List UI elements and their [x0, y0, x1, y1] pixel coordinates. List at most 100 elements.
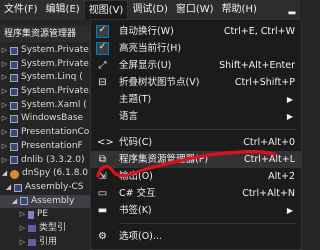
- menu-item-label: 代码(C): [119, 137, 153, 148]
- menu-item-theme[interactable]: 主题(T) ▶: [91, 91, 301, 108]
- tree-row-label: PE: [37, 209, 49, 220]
- menu-item-code[interactable]: <> 代码(C) Ctrl+Alt+0: [91, 134, 301, 151]
- menu-separator: [119, 223, 297, 224]
- output-icon: ⇲: [98, 171, 107, 182]
- gear-icon: ⚙: [98, 231, 107, 242]
- tree-row-label: System.Private.: [21, 45, 92, 55]
- menu-item-fullscreen[interactable]: ⤢ 全屏显示(U) Shift+Alt+Enter: [91, 57, 301, 74]
- tree-row[interactable]: ▷ System.Xaml (: [0, 99, 94, 113]
- csharp-icon: ▭: [97, 188, 108, 199]
- tree-row-label: Assembly-CS: [25, 181, 84, 192]
- assembly-icon: [10, 46, 18, 55]
- assembly-icon: [20, 197, 28, 206]
- tree-row[interactable]: ▷ 引用: [0, 236, 94, 250]
- view-menu-dropdown: ✓ 自动换行(W) Ctrl+E, Ctrl+W ✓ 高亮当前行(H) ⤢ 全屏…: [90, 19, 302, 250]
- expand-icon[interactable]: ▷: [0, 154, 9, 168]
- tree-row-label: System.Linq (: [21, 72, 83, 83]
- tree-row[interactable]: ▷ WindowsBase: [0, 112, 94, 126]
- menu-item-collapse-tree[interactable]: ⊟ 折叠树状图节点(V) Ctrl+Shift+P: [91, 74, 301, 91]
- menu-item-label: 主题(T): [119, 94, 152, 105]
- menu-item-language[interactable]: 语言 ▶: [91, 108, 301, 125]
- menu-item-shortcut: Ctrl+Shift+P: [234, 77, 295, 88]
- code-icon: <>: [97, 137, 114, 148]
- menu-debug[interactable]: 调试(D): [128, 0, 172, 20]
- tree-row-label: PresentationF: [21, 140, 83, 151]
- minimize-icon[interactable]: ▂: [284, 0, 300, 20]
- menu-item-shortcut: Ctrl+Alt+N: [242, 188, 295, 199]
- expand-icon[interactable]: ▷: [0, 58, 9, 72]
- expand-icon[interactable]: ▷: [0, 44, 9, 58]
- window-controls: ▂: [284, 0, 300, 20]
- menu-item-label: 高亮当前行(H): [119, 43, 182, 54]
- menu-item-bookmarks[interactable]: ▬ 书签(K) ▶: [91, 202, 301, 219]
- tree-row[interactable]: ◢ Assembly: [0, 194, 94, 209]
- expand-icon[interactable]: ▷: [0, 112, 9, 126]
- menu-help[interactable]: 帮助(H): [218, 0, 261, 20]
- tree-row-label: System.Xaml (: [21, 99, 87, 110]
- tree-row-label: 引用: [39, 236, 58, 247]
- assembly-explorer-title: 程序集资源管理器: [0, 26, 94, 42]
- menu-item-shortcut: Ctrl+Alt+0: [243, 137, 295, 148]
- check-icon: ✓: [96, 25, 109, 38]
- collapse-icon[interactable]: ◢: [10, 195, 19, 209]
- menu-item-word-wrap[interactable]: ✓ 自动换行(W) Ctrl+E, Ctrl+W: [91, 23, 301, 40]
- menu-item-label: 输出(O): [119, 171, 153, 182]
- menu-item-csharp-interactive[interactable]: ▭ C# 交互 Ctrl+Alt+N: [91, 185, 301, 202]
- expand-icon[interactable]: ▷: [0, 71, 9, 85]
- check-icon: ✓: [96, 42, 109, 55]
- expand-icon[interactable]: ▷: [0, 99, 9, 113]
- assembly-icon: [10, 74, 18, 83]
- menu-edit[interactable]: 编辑(E): [42, 0, 84, 20]
- expand-icon[interactable]: ▷: [18, 236, 27, 250]
- assembly-icon: [10, 142, 18, 151]
- menu-item-assembly-explorer[interactable]: ⧉ 程序集资源管理器(P) Ctrl+Alt+L: [91, 151, 301, 168]
- tree-row[interactable]: ◢ Assembly-CS: [0, 181, 94, 195]
- menu-item-options[interactable]: ⚙ 选项(O)...: [91, 228, 301, 245]
- menu-item-shortcut: Ctrl+E, Ctrl+W: [223, 26, 295, 37]
- folder-icon: [28, 225, 36, 233]
- expand-icon[interactable]: ▷: [0, 140, 9, 154]
- menu-item-label: 语言: [119, 111, 139, 122]
- expand-icon[interactable]: ▷: [18, 222, 27, 236]
- collapse-icon[interactable]: ◢: [4, 181, 13, 195]
- menu-item-label: 折叠树状图节点(V): [119, 77, 200, 88]
- menu-view[interactable]: 视图(V): [83, 0, 129, 20]
- tree-row-label: System.Private.: [21, 58, 92, 69]
- tree-row-label: PresentationCo: [21, 127, 90, 138]
- expand-icon[interactable]: ▷: [0, 85, 9, 99]
- dnspy-icon: [10, 169, 19, 179]
- tree-row[interactable]: ▷ System.Private.: [0, 44, 94, 58]
- menu-item-highlight-line[interactable]: ✓ 高亮当前行(H): [91, 40, 301, 57]
- pe-icon: [28, 211, 34, 220]
- collapse-icon[interactable]: ◢: [0, 167, 9, 181]
- assembly-tree: ▷ System.Private. ▷ System.Private. ▷ Sy…: [0, 44, 94, 250]
- menu-item-label: 书签(K): [119, 205, 152, 216]
- assembly-icon: [10, 60, 18, 69]
- menu-item-label: C# 交互: [119, 188, 156, 199]
- tree-row[interactable]: ◢ dnSpy (6.1.8.0: [0, 167, 94, 181]
- folder-icon: [28, 238, 36, 246]
- assembly-icon: [10, 128, 18, 137]
- tree-row[interactable]: ▷ PresentationCo: [0, 126, 94, 140]
- tree-row[interactable]: ▷ PE: [0, 208, 94, 222]
- submenu-arrow-icon: ▶: [286, 206, 293, 215]
- menu-separator: [119, 129, 297, 130]
- collapse-icon: ⊟: [98, 77, 107, 88]
- tree-row-label: dnSpy (6.1.8.0: [22, 168, 89, 179]
- menu-window[interactable]: 窗口(W): [172, 0, 218, 20]
- tree-row[interactable]: ▷ 类型引: [0, 222, 94, 236]
- menu-item-output[interactable]: ⇲ 输出(O) Alt+2: [91, 168, 301, 185]
- menu-file[interactable]: 文件(F): [0, 0, 42, 20]
- tree-row[interactable]: ▷ dnlib (3.3.2.0): [0, 154, 94, 168]
- menu-item-shortcut: Ctrl+Alt+L: [244, 154, 295, 165]
- tree-row[interactable]: ▷ System.Private.: [0, 85, 94, 99]
- menu-item-label: 自动换行(W): [119, 26, 174, 37]
- tree-row-label: System.Private.: [21, 86, 92, 97]
- tree-row[interactable]: ▷ PresentationF: [0, 140, 94, 154]
- tree-row-label: dnlib (3.3.2.0): [21, 154, 85, 165]
- assembly-explorer-icon: ⧉: [98, 154, 107, 165]
- tree-row[interactable]: ▷ System.Private.: [0, 58, 94, 72]
- expand-icon[interactable]: ▷: [18, 208, 27, 222]
- expand-icon[interactable]: ▷: [0, 126, 9, 140]
- tree-row[interactable]: ▷ System.Linq (: [0, 71, 94, 85]
